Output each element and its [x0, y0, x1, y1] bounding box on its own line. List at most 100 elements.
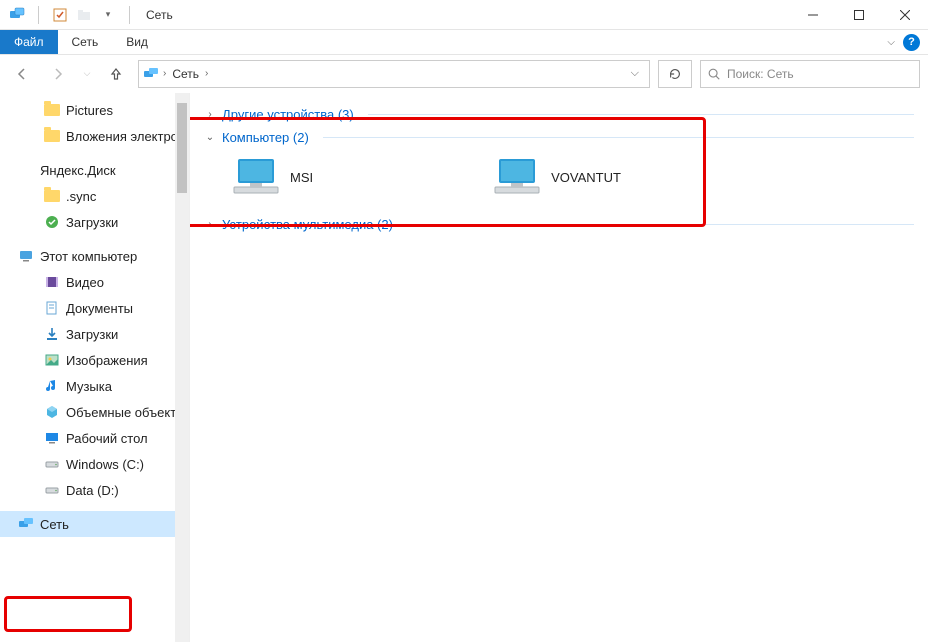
sidebar-item[interactable]: Видео — [0, 269, 175, 295]
qat-dropdown-icon[interactable]: ▾ — [99, 6, 117, 24]
sidebar-item[interactable]: Вложения электронной почты — [0, 123, 175, 149]
chevron-right-icon[interactable]: › — [163, 68, 166, 79]
video-icon — [44, 274, 60, 290]
window-title: Сеть — [146, 8, 173, 22]
sidebar-item[interactable]: Загрузки — [0, 321, 175, 347]
divider — [407, 224, 914, 225]
chevron-right-icon[interactable]: › — [204, 219, 216, 230]
folder-icon — [44, 188, 60, 204]
sidebar: Pictures Вложения электронной почты Яндекс… — [0, 93, 190, 642]
group-label: Компьютер (2) — [222, 130, 309, 145]
tab-view[interactable]: Вид — [112, 30, 162, 54]
sidebar-item-label: Pictures — [66, 103, 113, 118]
group-header[interactable]: › Устройства мультимедиа (2) — [204, 213, 914, 236]
computer-item[interactable]: MSI — [232, 157, 313, 197]
computer-label: MSI — [290, 170, 313, 185]
scrollbar-thumb[interactable] — [177, 103, 187, 193]
sidebar-item[interactable]: Рабочий стол — [0, 425, 175, 451]
sidebar-item-label: Этот компьютер — [40, 249, 137, 264]
sidebar-item[interactable]: Сеть — [0, 511, 175, 537]
back-button[interactable] — [8, 60, 36, 88]
ribbon-expand-icon[interactable]: ⌵ — [887, 37, 895, 48]
address-dropdown-icon[interactable]: ⌵ — [625, 67, 645, 80]
up-button[interactable] — [102, 60, 130, 88]
music-icon — [44, 378, 60, 394]
sidebar-item[interactable]: Загрузки — [0, 209, 175, 235]
sidebar-item[interactable]: Pictures — [0, 97, 175, 123]
sidebar-item-label: Музыка — [66, 379, 112, 394]
computer-icon — [232, 157, 280, 197]
qat-newfolder-icon[interactable] — [75, 6, 93, 24]
sidebar-item[interactable]: Документы — [0, 295, 175, 321]
breadcrumb-item[interactable]: Сеть — [170, 67, 201, 81]
file-tab[interactable]: Файл — [0, 30, 58, 54]
recent-dropdown-icon[interactable]: ⌵ — [80, 60, 94, 88]
separator — [38, 6, 39, 24]
downloads-icon — [44, 326, 60, 342]
sidebar-item-label: Data (D:) — [66, 483, 119, 498]
tab-label: Вид — [126, 35, 148, 49]
drive-icon — [44, 456, 60, 472]
network-icon — [18, 516, 34, 532]
yadisk-icon — [18, 162, 34, 178]
sidebar-item[interactable]: Этот компьютер — [0, 243, 175, 269]
drive-icon — [44, 482, 60, 498]
tab-network[interactable]: Сеть — [58, 30, 113, 54]
tab-label: Сеть — [72, 35, 99, 49]
group-header[interactable]: ⌄ Компьютер (2) — [204, 126, 914, 149]
network-location-icon — [143, 66, 159, 82]
ribbon-tabs: Файл Сеть Вид ⌵ ? — [0, 30, 928, 55]
nav-row: ⌵ › Сеть › ⌵ — [0, 55, 928, 93]
chevron-down-icon[interactable]: ⌄ — [204, 132, 216, 143]
qat-properties-icon[interactable] — [51, 6, 69, 24]
chevron-right-icon[interactable]: › — [205, 68, 208, 79]
sidebar-item-label: Объемные объекты — [66, 405, 175, 420]
sidebar-scrollbar[interactable] — [175, 93, 189, 642]
search-box[interactable] — [700, 60, 920, 88]
group-label: Устройства мультимедиа (2) — [222, 217, 393, 232]
sidebar-item-label: Загрузки — [66, 327, 118, 342]
documents-icon — [44, 300, 60, 316]
network-app-icon — [8, 6, 26, 24]
divider — [323, 137, 914, 138]
main-content: › Другие устройства (3) ⌄ Компьютер (2) MSI V… — [190, 93, 928, 642]
sidebar-item-label: Видео — [66, 275, 104, 290]
sidebar-item[interactable]: Изображения — [0, 347, 175, 373]
minimize-button[interactable] — [790, 0, 836, 30]
refresh-button[interactable] — [658, 60, 692, 88]
sidebar-item-label: Документы — [66, 301, 133, 316]
divider — [368, 114, 914, 115]
sidebar-item[interactable]: .sync — [0, 183, 175, 209]
this-pc-icon — [18, 248, 34, 264]
images-icon — [44, 352, 60, 368]
sidebar-item[interactable]: Data (D:) — [0, 477, 175, 503]
check-green-icon — [44, 214, 60, 230]
folder-icon — [44, 128, 60, 144]
sidebar-item[interactable]: Объемные объекты — [0, 399, 175, 425]
address-bar[interactable]: › Сеть › ⌵ — [138, 60, 650, 88]
group-label: Другие устройства (3) — [222, 107, 354, 122]
separator — [129, 6, 130, 24]
sidebar-item-label: .sync — [66, 189, 96, 204]
computer-label: VOVANTUT — [551, 170, 621, 185]
chevron-right-icon[interactable]: › — [204, 109, 216, 120]
search-icon — [707, 67, 721, 81]
help-icon[interactable]: ? — [903, 34, 920, 51]
close-button[interactable] — [882, 0, 928, 30]
sidebar-item[interactable]: Яндекс.Диск — [0, 157, 175, 183]
forward-button[interactable] — [44, 60, 72, 88]
sidebar-item-label: Windows (C:) — [66, 457, 144, 472]
search-input[interactable] — [727, 67, 913, 81]
maximize-button[interactable] — [836, 0, 882, 30]
desktop-icon — [44, 430, 60, 446]
sidebar-item-label: Загрузки — [66, 215, 118, 230]
sidebar-item[interactable]: Windows (C:) — [0, 451, 175, 477]
computer-icon — [493, 157, 541, 197]
folder-icon — [44, 102, 60, 118]
sidebar-item-label: Сеть — [40, 517, 69, 532]
group-header[interactable]: › Другие устройства (3) — [204, 103, 914, 126]
computer-item[interactable]: VOVANTUT — [493, 157, 621, 197]
sidebar-item-label: Изображения — [66, 353, 148, 368]
sidebar-item[interactable]: Музыка — [0, 373, 175, 399]
objects3d-icon — [44, 404, 60, 420]
